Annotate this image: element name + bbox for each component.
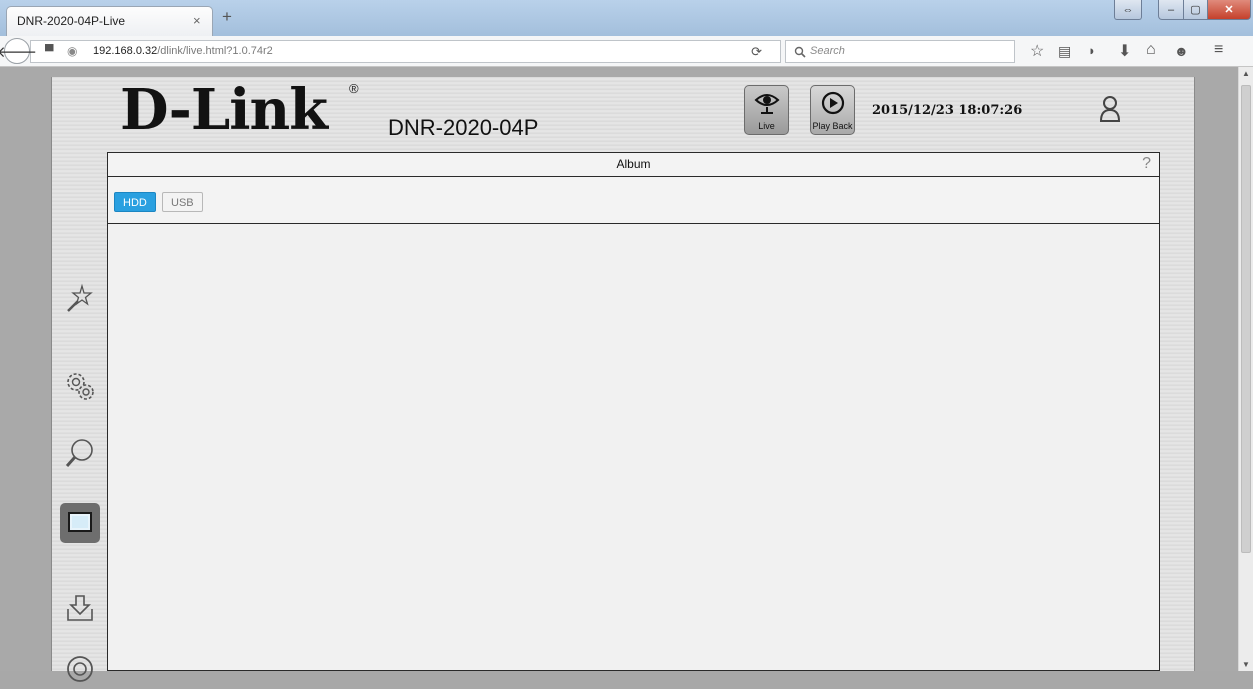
tab-title: DNR-2020-04P-Live xyxy=(17,14,126,28)
play-icon xyxy=(821,91,844,115)
maximize-button[interactable]: ▢ xyxy=(1183,0,1208,20)
window-titlebar: DNR-2020-04P-Live × + ⇔ – ▢ ✕ xyxy=(0,0,1253,36)
download-icon xyxy=(67,595,93,621)
search-placeholder: Search xyxy=(810,45,845,57)
download-arrow-icon[interactable]: ⬇ xyxy=(1118,41,1131,61)
url-host: 192.168.0.32 xyxy=(93,45,158,57)
hdd-tab[interactable]: HDD xyxy=(114,192,156,212)
playback-label: Play Back xyxy=(812,121,853,131)
pocket-icon[interactable]: ◗ xyxy=(1088,43,1096,58)
minimize-button[interactable]: – xyxy=(1158,0,1184,20)
url-text: 192.168.0.32/dlink/live.html?1.0.74r2 xyxy=(93,45,273,57)
scroll-up-icon[interactable]: ▲ xyxy=(1242,69,1250,78)
page-menu-icon[interactable]: ▀ xyxy=(45,44,54,58)
browser-toolbar: ▀ ◉ 192.168.0.32/dlink/live.html?1.0.74r… xyxy=(0,36,1253,67)
restore-tabs-button[interactable]: ⇔ xyxy=(1114,0,1142,20)
album-panel: Album ? HDD USB xyxy=(107,152,1160,671)
magnifier-icon xyxy=(65,439,93,467)
vertical-scrollbar[interactable]: ▲ ▼ xyxy=(1238,67,1253,671)
url-bar[interactable]: ▀ ◉ 192.168.0.32/dlink/live.html?1.0.74r… xyxy=(30,40,781,63)
back-button[interactable]: 🡐 xyxy=(0,38,37,64)
reload-icon[interactable]: ⟳ xyxy=(751,44,762,60)
datetime: 2015/12/23 18:07:26 xyxy=(872,103,1023,118)
url-path: /dlink/live.html?1.0.74r2 xyxy=(157,45,273,57)
magic-wand-icon xyxy=(67,283,93,312)
source-tabs: HDD USB xyxy=(108,177,1159,224)
sidebar-item-search[interactable] xyxy=(60,433,100,473)
sidebar-item-settings[interactable] xyxy=(60,366,100,406)
album-content-area xyxy=(108,224,1159,670)
menu-icon[interactable]: ≡ xyxy=(1214,41,1223,59)
sidebar-item-download[interactable] xyxy=(60,588,100,628)
site-identity-icon[interactable]: ◉ xyxy=(67,44,77,58)
new-tab-button[interactable]: + xyxy=(222,8,232,25)
album-title: Album xyxy=(616,157,651,171)
tab-close-icon[interactable]: × xyxy=(193,13,201,28)
playback-button[interactable]: Play Back xyxy=(810,85,855,135)
chat-icon[interactable]: ☻ xyxy=(1174,43,1189,59)
gears-icon xyxy=(67,373,94,400)
dlink-logo: D-Link xyxy=(120,77,328,143)
help-icon[interactable]: ? xyxy=(1142,155,1151,173)
dlink-panel: D-Link ® DNR-2020-04P Live Play Back 201… xyxy=(51,77,1195,682)
usb-tab[interactable]: USB xyxy=(162,192,203,212)
scroll-down-icon[interactable]: ▼ xyxy=(1242,660,1250,669)
circle-icon xyxy=(67,656,93,682)
home-icon[interactable]: ⌂ xyxy=(1146,41,1156,59)
live-label: Live xyxy=(758,121,775,131)
sidebar-item-album[interactable] xyxy=(60,503,100,543)
web-page: D-Link ® DNR-2020-04P Live Play Back 201… xyxy=(0,67,1238,682)
reading-list-icon[interactable]: ▤ xyxy=(1058,43,1071,60)
registered-mark: ® xyxy=(349,81,359,96)
eye-icon xyxy=(754,94,779,114)
search-bar[interactable]: Search xyxy=(785,40,1015,63)
device-model: DNR-2020-04P xyxy=(388,115,539,140)
search-icon xyxy=(794,46,806,58)
live-button[interactable]: Live xyxy=(744,85,789,135)
scrollbar-thumb[interactable] xyxy=(1241,85,1251,553)
close-button[interactable]: ✕ xyxy=(1207,0,1251,20)
album-icon xyxy=(68,512,92,532)
browser-tab[interactable]: DNR-2020-04P-Live × xyxy=(6,6,213,36)
album-header: Album ? xyxy=(108,153,1159,177)
bookmark-star-icon[interactable]: ☆ xyxy=(1030,41,1044,61)
sidebar-item-about[interactable] xyxy=(60,649,100,689)
sidebar-item-wizard[interactable] xyxy=(60,278,100,318)
user-icon[interactable] xyxy=(1099,95,1121,123)
